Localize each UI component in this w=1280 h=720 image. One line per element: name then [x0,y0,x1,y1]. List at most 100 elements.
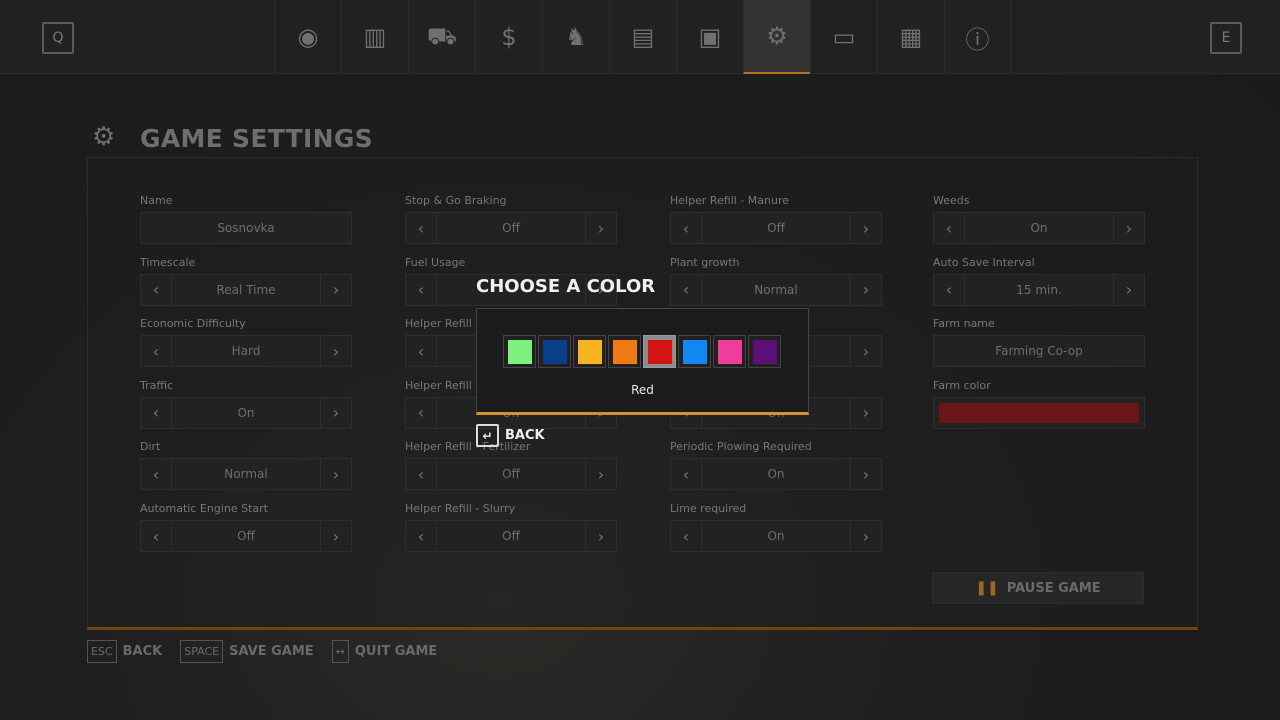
option-value: 15 min. [1016,282,1062,297]
tab-game-settings[interactable]: ⚙ [743,0,810,74]
chevron-left-icon[interactable]: ‹ [406,336,437,367]
contracts-icon: ▤ [631,23,655,51]
chevron-left-icon[interactable]: ‹ [141,274,172,305]
chevron-right-icon[interactable]: › [850,459,881,490]
prev-page-key[interactable]: Q [42,22,74,54]
option-selector[interactable]: ‹ Hard › [140,335,352,368]
option-selector[interactable]: ‹ On › [670,520,882,552]
help-board-icon: ▣ [698,23,722,51]
chevron-left-icon[interactable]: ‹ [671,459,702,490]
tab-globe[interactable]: ◉ [274,0,341,74]
text-field[interactable]: Farming Co-op [933,335,1145,368]
footer-back-button[interactable]: ESC BACK [87,640,162,663]
color-swatch[interactable] [713,335,746,368]
chevron-right-icon[interactable]: › [320,336,351,367]
chevron-left-icon[interactable]: ‹ [406,521,437,551]
color-swatch[interactable] [573,335,606,368]
pause-game-button[interactable]: ❚❚ PAUSE GAME [932,572,1144,604]
option-selector[interactable]: ‹ On › [933,212,1145,244]
chevron-left-icon[interactable]: ‹ [671,274,702,305]
tab-cow[interactable]: ♞ [542,0,609,74]
next-page-key[interactable]: E [1210,22,1242,54]
color-fill [507,339,532,364]
chevron-right-icon[interactable]: › [1113,274,1144,305]
dialog-title: CHOOSE A COLOR [476,276,656,297]
chevron-left-icon[interactable]: ‹ [141,459,172,490]
chevron-left-icon[interactable]: ‹ [141,336,172,367]
option-value: Normal [754,282,798,297]
tab-tractor[interactable]: ⛟ [408,0,475,74]
color-field[interactable] [933,396,1145,429]
chevron-right-icon[interactable]: › [850,336,881,367]
action-label: QUIT GAME [354,644,438,659]
chevron-left-icon[interactable]: ‹ [934,213,965,243]
chevron-right-icon[interactable]: › [850,521,881,551]
chevron-right-icon[interactable]: › [320,521,351,551]
chevron-right-icon[interactable]: › [850,274,881,305]
option-selector[interactable]: ‹ On › [140,396,352,429]
chevron-left-icon[interactable]: ‹ [671,213,702,243]
color-swatch[interactable] [538,335,571,368]
footer-quit-game-button[interactable]: ↔ QUIT GAME [331,640,438,663]
setting-stop-go-braking: Stop & Go Braking ‹ Off › [405,194,617,244]
chevron-right-icon[interactable]: › [585,213,616,243]
tab-chart[interactable]: ▥ [341,0,408,74]
chevron-right-icon[interactable]: › [850,213,881,243]
chevron-left-icon[interactable]: ‹ [406,274,437,305]
chevron-left-icon[interactable]: ‹ [406,397,437,428]
chevron-left-icon[interactable]: ‹ [406,459,437,490]
option-selector[interactable]: ‹ Normal › [670,273,882,306]
color-swatch[interactable] [608,335,641,368]
chevron-right-icon[interactable]: › [320,459,351,490]
option-value: Normal [224,467,268,482]
top-navigation: Q ◉ ▥ ⛟ $ ♞ ▤ ▣ ⚙ ▭ ▦ ⓘ E [0,0,1280,74]
chevron-right-icon[interactable]: › [320,397,351,428]
tab-info[interactable]: ⓘ [944,0,1011,74]
setting-dirt: Dirt ‹ Normal › [140,440,352,491]
tab-contracts[interactable]: ▤ [609,0,676,74]
color-swatch[interactable] [643,335,676,368]
color-swatch[interactable] [503,335,536,368]
option-value: Off [502,221,520,235]
setting-label: Lime required [670,502,747,515]
color-swatches [503,335,781,368]
option-selector[interactable]: ‹ Off › [670,212,882,244]
color-fill [647,339,672,364]
option-value: Real Time [216,282,276,297]
option-selector[interactable]: ‹ Real Time › [140,273,352,306]
chevron-right-icon[interactable]: › [585,459,616,490]
dialog-back-button[interactable]: ↵ BACK [476,424,545,447]
tab-help-board[interactable]: ▣ [676,0,743,74]
chevron-right-icon[interactable]: › [585,521,616,551]
setting-label: Economic Difficulty [140,317,246,331]
color-swatch[interactable] [678,335,711,368]
field-value: Sosnovka [217,221,275,235]
chevron-right-icon[interactable]: › [320,274,351,305]
chevron-left-icon[interactable]: ‹ [141,521,172,551]
option-value: Off [502,467,520,482]
option-value: Off [237,529,255,543]
chevron-left-icon[interactable]: ‹ [671,521,702,551]
chevron-right-icon[interactable]: › [1113,213,1144,243]
chevron-left-icon[interactable]: ‹ [141,397,172,428]
color-swatch[interactable] [748,335,781,368]
option-selector[interactable]: ‹ Off › [405,212,617,244]
option-selector[interactable]: ‹ Normal › [140,458,352,491]
setting-timescale: Timescale ‹ Real Time › [140,256,352,306]
text-field[interactable]: Sosnovka [140,212,352,244]
option-selector[interactable]: ‹ Off › [140,520,352,552]
tab-money[interactable]: $ [475,0,542,74]
chevron-left-icon[interactable]: ‹ [406,213,437,243]
footer-save-game-button[interactable]: SPACE SAVE GAME [180,640,314,663]
setting-helper-refill-manure: Helper Refill - Manure ‹ Off › [670,194,882,244]
option-selector[interactable]: ‹ On › [670,458,882,491]
dialog-back-label: BACK [505,428,545,443]
chevron-right-icon[interactable]: › [850,397,881,428]
tab-general-settings[interactable]: ▭ [810,0,877,74]
setting-label: Fuel Usage [405,255,466,269]
tab-controls[interactable]: ▦ [877,0,944,74]
option-selector[interactable]: ‹ Off › [405,458,617,491]
option-selector[interactable]: ‹ Off › [405,520,617,552]
chevron-left-icon[interactable]: ‹ [934,274,965,305]
option-selector[interactable]: ‹ 15 min. › [933,273,1145,306]
